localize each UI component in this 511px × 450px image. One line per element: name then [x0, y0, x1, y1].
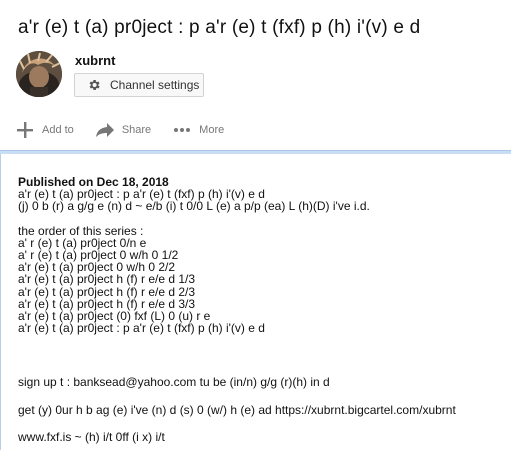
video-title: a'r (e) t (a) pr0ject : p a'r (e) t (fxf… — [18, 17, 421, 38]
gear-icon — [89, 79, 100, 91]
more-button[interactable]: More — [173, 124, 224, 136]
channel-name[interactable]: xubrnt — [75, 53, 115, 68]
description-body: a'r (e) t (a) pr0ject : p a'r (e) t (fxf… — [18, 188, 370, 334]
channel-avatar[interactable] — [16, 51, 62, 97]
series-item: a'r (e) t (a) pr0ject h (f) r e/e d 1/3 — [18, 272, 196, 287]
channel-settings-label: Channel settings — [110, 78, 200, 92]
share-label: Share — [121, 124, 152, 136]
add-to-button[interactable]: Add to — [16, 121, 74, 139]
share-button[interactable]: Share — [95, 122, 152, 138]
share-arrow-icon — [95, 123, 114, 137]
video-header: a'r (e) t (a) pr0ject : p a'r (e) t (fxf… — [0, 0, 511, 152]
add-to-label: Add to — [42, 124, 74, 136]
series-item: a'r (e) t (a) pr0ject h (f) r e/e d 2/3 — [18, 284, 196, 299]
description-line: (j) 0 b (r) a g/g e (n) d ~ e/b (i) t 0/… — [18, 199, 370, 214]
more-dots-icon — [174, 128, 191, 132]
store-line: get (y) 0ur h b ag (e) i've (n) d (s) 0 … — [18, 403, 456, 417]
series-heading: the order of this series : — [18, 223, 144, 238]
action-bar: Add to Share More — [16, 121, 246, 139]
plus-icon — [17, 122, 33, 138]
description-panel: Published on Dec 18, 2018 a'r (e) t (a) … — [0, 154, 511, 450]
channel-settings-button[interactable]: Channel settings — [74, 73, 204, 97]
signup-line: sign up t : banksead@yahoo.com tu be (in… — [18, 375, 330, 389]
series-item: a'r (e) t (a) pr0ject : p a'r (e) t (fxf… — [18, 321, 265, 336]
website-line: www.fxf.is ~ (h) i/t 0ff (i x) i/t — [18, 430, 165, 444]
avatar-image — [16, 51, 62, 97]
more-label: More — [199, 124, 225, 136]
